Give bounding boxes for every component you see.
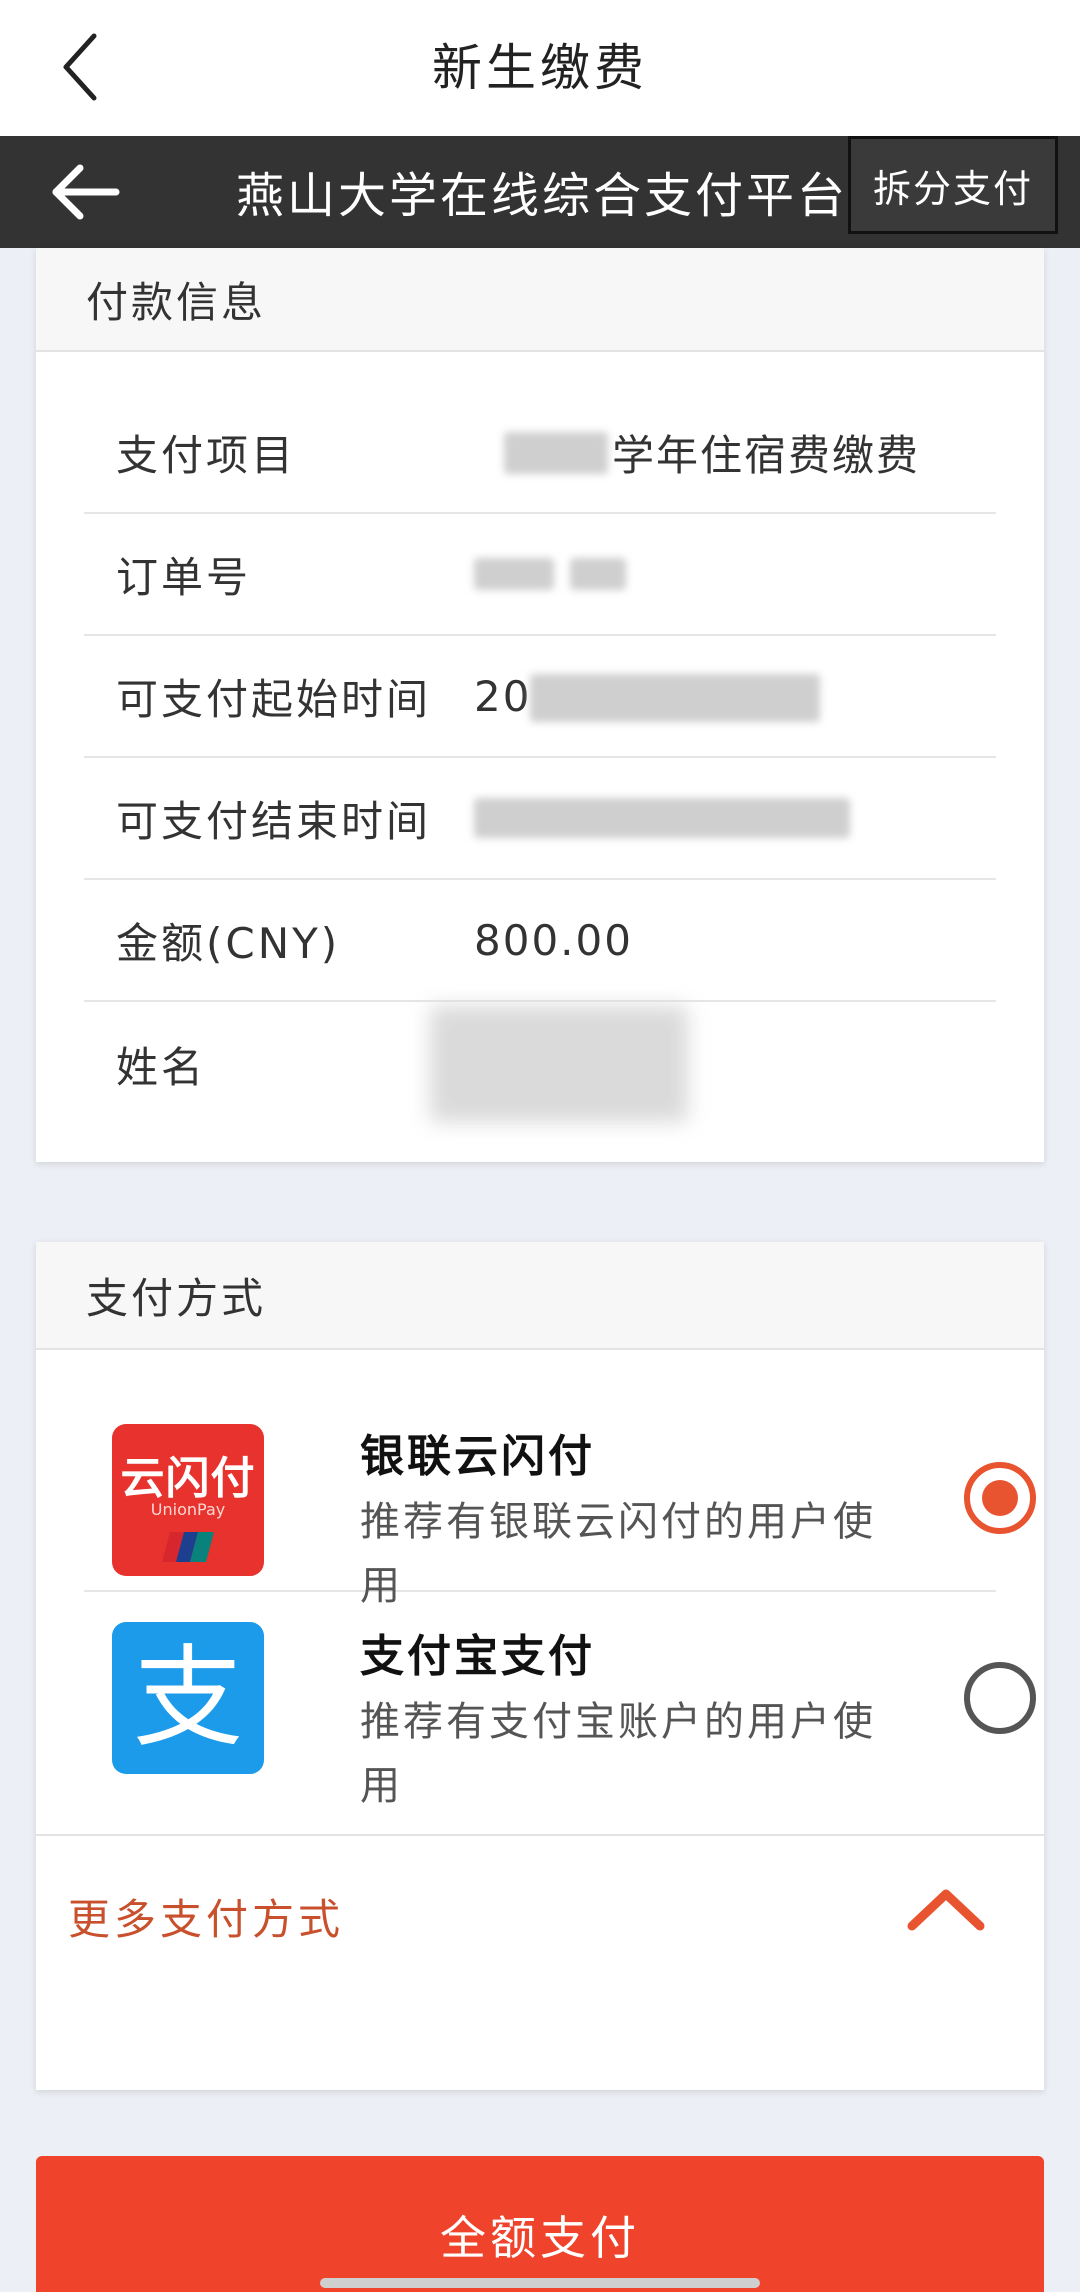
platform-title: 燕山大学在线综合支付平台 — [236, 168, 849, 224]
more-payment-label: 更多支付方式 — [68, 1895, 345, 1944]
redacted-mask — [504, 432, 608, 474]
info-row-start-time: 可支付起始时间 20 — [84, 636, 996, 758]
info-value: 20 — [474, 671, 532, 721]
info-row-amount: 金额(CNY) 800.00 — [84, 880, 996, 1002]
redacted-mask — [530, 674, 820, 722]
chevron-up-icon[interactable] — [906, 1884, 986, 1934]
home-indicator — [320, 2278, 760, 2288]
arrow-left-icon — [52, 164, 120, 220]
unionpay-logo-subtext: UnionPay — [150, 1500, 226, 1519]
redacted-mask — [474, 798, 850, 838]
payment-option-name: 银联云闪付 — [360, 1431, 595, 1482]
payment-method-card: 支付方式 云闪付 UnionPay 银联云闪付 推荐有银联云闪付的用户使用 支 … — [36, 1242, 1044, 2090]
info-value: 学年住宿费缴费 — [612, 430, 921, 480]
info-label: 可支付起始时间 — [116, 674, 432, 724]
payment-info-card: 付款信息 支付项目 学年住宿费缴费 订单号 可支付起始时间 20 可支付结束时间… — [36, 248, 1044, 1162]
unionpay-stripes-icon — [162, 1532, 214, 1562]
amount-value: 800.00 — [474, 915, 633, 965]
payment-option-description: 推荐有支付宝账户的用户使用 — [360, 1699, 876, 1809]
info-label: 订单号 — [116, 552, 252, 602]
more-payment-methods[interactable]: 更多支付方式 — [36, 1834, 1044, 1990]
payment-option-unionpay[interactable]: 云闪付 UnionPay 银联云闪付 推荐有银联云闪付的用户使用 — [84, 1350, 1036, 1609]
payment-method-header: 支付方式 — [36, 1242, 1044, 1350]
unionpay-logo: 云闪付 UnionPay — [112, 1424, 264, 1576]
split-payment-button[interactable]: 拆分支付 — [848, 136, 1058, 234]
alipay-logo-glyph: 支 — [133, 1634, 243, 1762]
info-row-order-number: 订单号 — [84, 514, 996, 636]
info-label: 姓名 — [116, 1042, 207, 1092]
redacted-mask — [430, 1006, 688, 1122]
info-row-end-time: 可支付结束时间 — [84, 758, 996, 880]
info-label: 支付项目 — [116, 430, 297, 480]
payment-option-name: 支付宝支付 — [360, 1631, 595, 1682]
unionpay-logo-text: 云闪付 — [120, 1453, 256, 1504]
info-label: 金额(CNY) — [116, 918, 341, 968]
payment-option-alipay[interactable]: 支 支付宝支付 推荐有支付宝账户的用户使用 — [84, 1592, 1036, 1834]
radio-unionpay[interactable] — [964, 1462, 1036, 1534]
info-row-name: 姓名 — [84, 1002, 996, 1126]
info-row-item: 支付项目 学年住宿费缴费 — [84, 392, 996, 514]
info-label: 可支付结束时间 — [116, 796, 432, 846]
alipay-logo: 支 — [112, 1622, 264, 1774]
redacted-mask — [570, 558, 626, 590]
page-title: 新生缴费 — [432, 39, 648, 97]
platform-header: 燕山大学在线综合支付平台 拆分支付 — [0, 136, 1080, 248]
platform-back-button[interactable] — [40, 146, 130, 238]
radio-alipay[interactable] — [964, 1662, 1036, 1734]
payment-info-header: 付款信息 — [36, 248, 1044, 352]
full-payment-button[interactable]: 全额支付 — [36, 2156, 1044, 2292]
top-nav-bar: 新生缴费 — [0, 0, 1080, 136]
redacted-mask — [474, 558, 554, 590]
